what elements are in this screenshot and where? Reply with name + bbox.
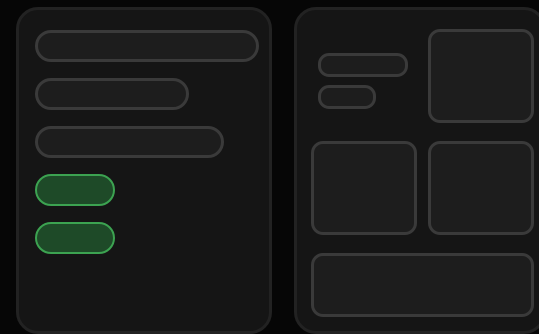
input-field-3[interactable] xyxy=(35,126,224,158)
thumbnail-middle-right-text xyxy=(431,144,432,145)
gallery-panel xyxy=(294,7,539,334)
form-panel xyxy=(16,7,272,334)
wide-footer-card-text xyxy=(314,256,315,257)
title-chip xyxy=(318,53,408,77)
thumbnail-middle-right[interactable] xyxy=(428,141,534,235)
thumbnail-middle-left[interactable] xyxy=(311,141,417,235)
primary-button[interactable] xyxy=(35,174,115,206)
input-field-3-text xyxy=(38,129,39,130)
primary-button-label xyxy=(37,176,38,177)
input-field-2-text xyxy=(38,81,39,82)
input-field-1-text xyxy=(38,33,39,34)
thumbnail-middle-left-text xyxy=(314,144,315,145)
wide-footer-card[interactable] xyxy=(311,253,534,317)
subtitle-chip xyxy=(318,85,376,109)
thumbnail-top-right[interactable] xyxy=(428,29,534,123)
input-field-2[interactable] xyxy=(35,78,189,110)
input-field-1[interactable] xyxy=(35,30,259,62)
wireframe-screen xyxy=(0,0,539,334)
thumbnail-top-right-text xyxy=(431,32,432,33)
secondary-button[interactable] xyxy=(35,222,115,254)
title-chip-text xyxy=(321,56,322,57)
secondary-button-label xyxy=(37,224,38,225)
subtitle-chip-text xyxy=(321,88,322,89)
